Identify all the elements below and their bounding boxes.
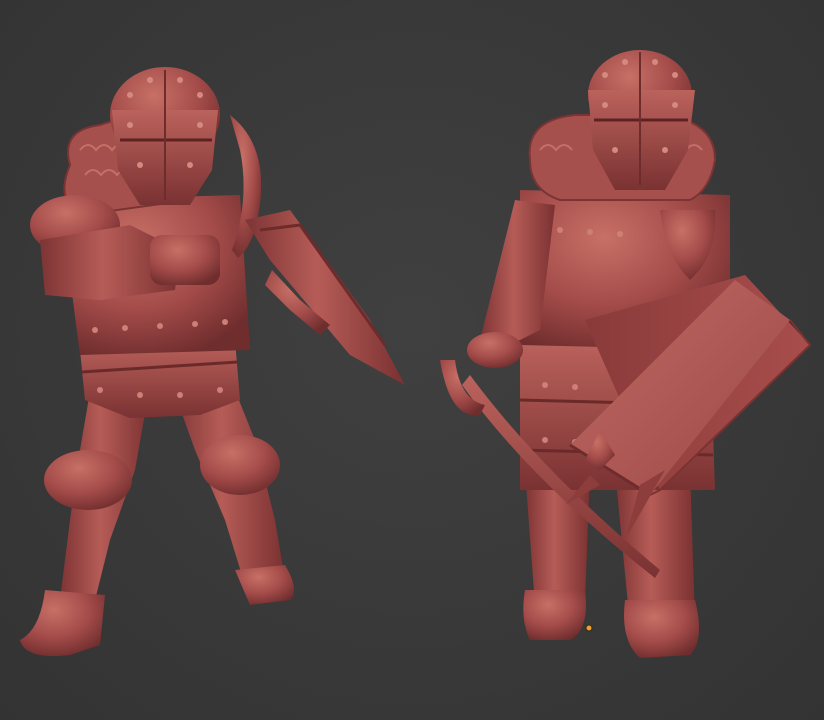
left-model-boot-left: [20, 590, 105, 656]
crossbow: [230, 115, 405, 385]
left-model-knee-right: [200, 435, 280, 495]
3d-sculpt-viewport[interactable]: [0, 0, 824, 720]
left-model-boot-right: [235, 565, 294, 605]
right-model-boot-left: [523, 590, 586, 640]
left-model-gauntlet: [150, 235, 220, 285]
crossbow-stock: [245, 210, 405, 385]
viewport-canvas[interactable]: [0, 0, 824, 720]
shield-soldier-model[interactable]: [440, 50, 812, 658]
crossbow-soldier-model[interactable]: [20, 67, 405, 656]
right-model-boot-right: [624, 600, 699, 658]
left-model-knee-left: [44, 450, 132, 510]
pivot-point-icon[interactable]: [585, 624, 593, 632]
